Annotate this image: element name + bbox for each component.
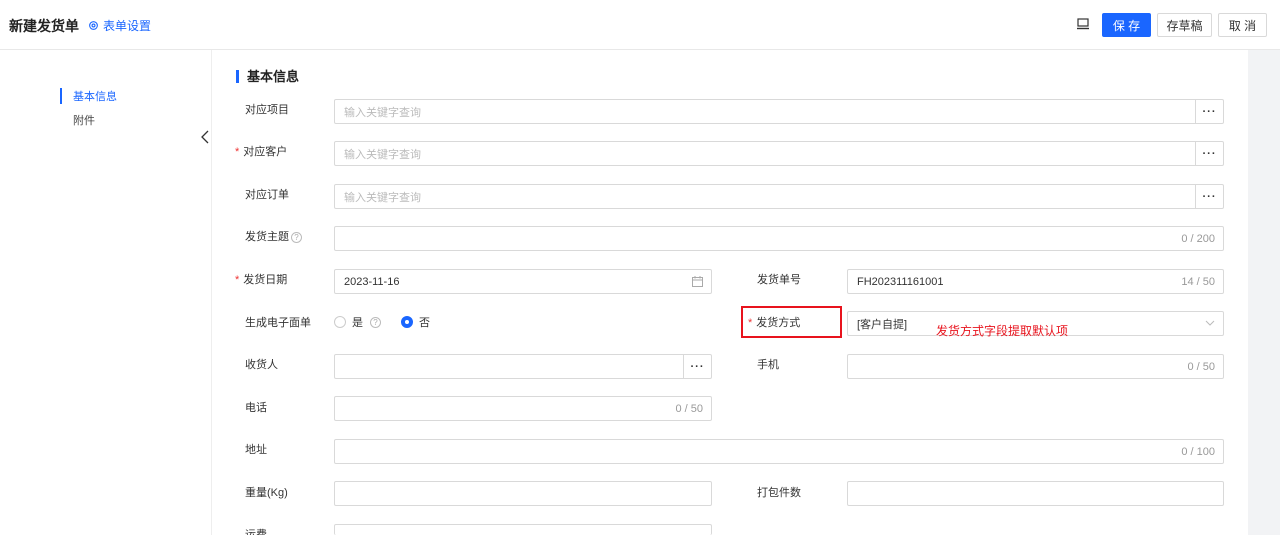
customer-label-text: 对应客户 [243, 146, 288, 158]
right-gutter [1248, 50, 1280, 535]
e-waybill-label: 生成电子面单 [245, 317, 311, 329]
project-input[interactable]: 输入关键字查询 ··· [334, 99, 1224, 124]
ship-date-picker[interactable]: 2023-11-16 [334, 269, 712, 294]
ship-date-label: * 发货日期 [235, 271, 287, 287]
subject-counter: 0 / 200 [1181, 232, 1215, 245]
section-nav [0, 50, 211, 535]
radio-yes[interactable] [334, 316, 346, 328]
weight-input[interactable] [334, 481, 712, 506]
radio-no-label: 否 [419, 317, 430, 329]
ship-no-value: FH202311161001 [857, 275, 944, 288]
e-waybill-radio-group: 是 ? 否 [334, 314, 430, 330]
customer-input[interactable]: 输入关键字查询 ··· [334, 141, 1224, 166]
required-marker: * [235, 274, 240, 286]
radio-yes-label: 是 [352, 317, 363, 329]
save-button[interactable]: 保 存 [1102, 13, 1151, 37]
form-settings-link[interactable]: 表单设置 [88, 17, 151, 34]
ship-no-counter: 14 / 50 [1181, 275, 1215, 288]
mobile-input[interactable]: 0 / 50 [847, 354, 1224, 379]
save-draft-button[interactable]: 存草稿 [1157, 13, 1212, 37]
address-counter: 0 / 100 [1181, 445, 1215, 458]
ship-method-value: [客户自提] [857, 318, 908, 331]
order-more-button[interactable]: ··· [1195, 185, 1223, 208]
cancel-button[interactable]: 取 消 [1218, 13, 1267, 37]
highlight-annotation-box [741, 306, 842, 338]
phone-label: 电话 [245, 402, 267, 414]
phone-input[interactable]: 0 / 50 [334, 396, 712, 421]
annotation-text: 发货方式字段提取默认项 [936, 324, 1069, 338]
nav-item-attachments[interactable]: 附件 [60, 112, 95, 128]
ship-no-input[interactable]: FH202311161001 14 / 50 [847, 269, 1224, 294]
mobile-counter: 0 / 50 [1187, 360, 1215, 373]
address-label: 地址 [245, 444, 267, 456]
form-settings-label: 表单设置 [103, 19, 152, 33]
required-marker: * [235, 146, 240, 158]
order-label: 对应订单 [245, 189, 289, 201]
ship-date-value: 2023-11-16 [344, 275, 400, 288]
nav-item-basic-info[interactable]: 基本信息 [60, 88, 117, 104]
section-title: 基本信息 [236, 70, 299, 83]
radio-no[interactable] [401, 316, 413, 328]
packages-label: 打包件数 [757, 487, 801, 499]
order-placeholder: 输入关键字查询 [344, 191, 421, 204]
ship-date-label-text: 发货日期 [243, 274, 288, 286]
customer-label: * 对应客户 [235, 143, 287, 159]
subject-label-text: 发货主题 [245, 231, 289, 243]
top-bar: 新建发货单 表单设置 保 存 存草稿 取 消 [0, 0, 1280, 50]
help-icon[interactable]: ? [370, 316, 381, 328]
help-icon[interactable]: ? [291, 231, 302, 243]
receiver-more-button[interactable]: ··· [683, 355, 711, 378]
chevron-left-icon [201, 130, 209, 144]
customer-more-button[interactable]: ··· [1195, 142, 1223, 165]
address-input[interactable]: 0 / 100 [334, 439, 1224, 464]
receiver-label: 收货人 [245, 359, 278, 371]
collapse-sidebar-button[interactable] [198, 128, 212, 146]
ship-no-label: 发货单号 [757, 274, 801, 286]
subject-label: 发货主题? [245, 228, 302, 244]
order-input[interactable]: 输入关键字查询 ··· [334, 184, 1224, 209]
customer-placeholder: 输入关键字查询 [344, 148, 421, 161]
receiver-input[interactable]: ··· [334, 354, 712, 379]
project-label: 对应项目 [245, 104, 289, 116]
weight-label: 重量(Kg) [245, 487, 288, 499]
phone-counter: 0 / 50 [675, 402, 703, 415]
calendar-icon [692, 276, 703, 287]
project-placeholder: 输入关键字查询 [344, 106, 421, 119]
project-more-button[interactable]: ··· [1195, 100, 1223, 123]
subject-input[interactable]: 0 / 200 [334, 226, 1224, 251]
freight-input[interactable] [334, 524, 712, 535]
packages-input[interactable] [847, 481, 1224, 506]
laptop-icon[interactable] [1076, 17, 1090, 31]
chevron-down-icon [1205, 320, 1215, 326]
gear-icon [89, 21, 98, 30]
freight-label: 运费 [245, 529, 267, 535]
page-title: 新建发货单 [9, 18, 79, 34]
mobile-label: 手机 [757, 359, 779, 371]
